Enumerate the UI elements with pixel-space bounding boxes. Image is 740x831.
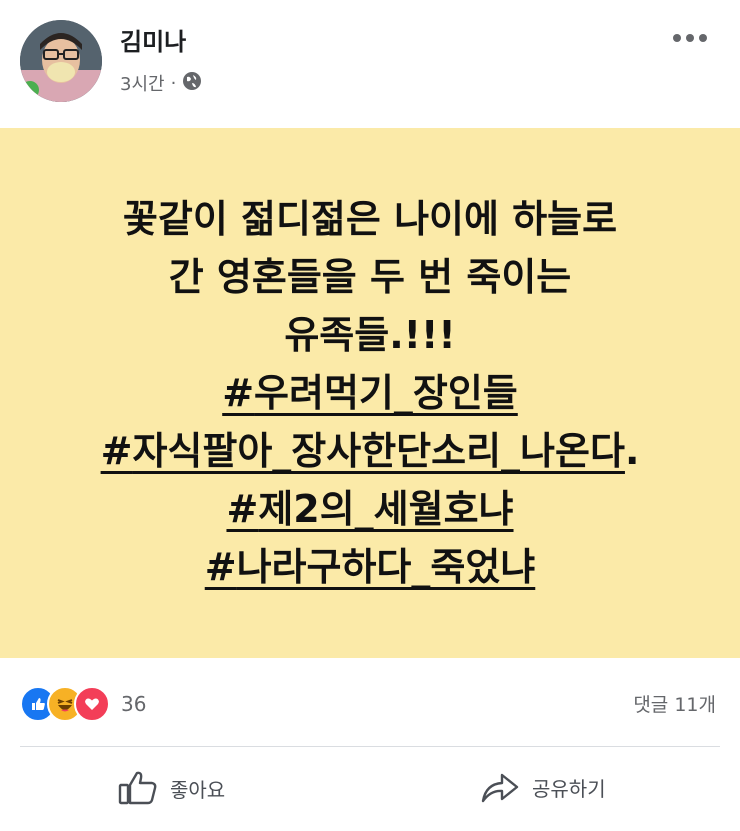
post-text-line: 간 영혼들을 두 번 죽이는 bbox=[168, 255, 572, 299]
author-name[interactable]: 김미나 bbox=[120, 22, 186, 57]
author-avatar[interactable] bbox=[20, 20, 102, 102]
action-divider bbox=[20, 746, 720, 747]
thumbs-up-icon bbox=[118, 771, 157, 805]
hashtag-link[interactable]: #자식팔아_장사한단소리_나온다 bbox=[101, 429, 625, 473]
hashtag-link[interactable]: #제2의_세월호냐 bbox=[226, 487, 513, 531]
share-button[interactable]: 공유하기 bbox=[480, 770, 606, 804]
hashtag-link[interactable]: #나라구하다_죽었냐 bbox=[205, 545, 536, 589]
post-text-background: 꽃같이 젊디젊은 나이에 하늘로 간 영혼들을 두 번 죽이는 유족들.!!! … bbox=[0, 128, 740, 658]
share-label: 공유하기 bbox=[532, 776, 606, 801]
globe-icon bbox=[182, 71, 202, 96]
post-text-line: 꽃같이 젊디젊은 나이에 하늘로 bbox=[122, 197, 618, 241]
hashtag-link[interactable]: #우려먹기_장인들 bbox=[222, 371, 518, 415]
like-label: 좋아요 bbox=[170, 777, 226, 802]
post-text-line: 유족들.!!! bbox=[284, 313, 456, 357]
reaction-summary[interactable]: 36 bbox=[20, 686, 146, 722]
share-arrow-icon bbox=[481, 773, 519, 803]
love-reaction-icon bbox=[74, 686, 110, 722]
hashtag-line: #우려먹기_장인들 bbox=[222, 364, 518, 422]
comment-count[interactable]: 댓글 11개 bbox=[633, 690, 716, 717]
reaction-count: 36 bbox=[121, 692, 147, 716]
more-options-button[interactable] bbox=[670, 26, 710, 50]
more-options-icon bbox=[673, 34, 707, 42]
post-meta: 3시간 · bbox=[120, 70, 202, 96]
like-button[interactable]: 좋아요 bbox=[118, 770, 225, 806]
hashtag-line: #제2의_세월호냐 bbox=[226, 480, 513, 538]
hashtag-line: #나라구하다_죽었냐 bbox=[205, 538, 536, 596]
meta-separator: · bbox=[170, 72, 177, 94]
post-header: 김미나 3시간 · bbox=[0, 0, 740, 128]
post-time[interactable]: 3시간 bbox=[120, 70, 165, 96]
hashtag-line: #자식팔아_장사한단소리_나온다. bbox=[100, 429, 640, 473]
